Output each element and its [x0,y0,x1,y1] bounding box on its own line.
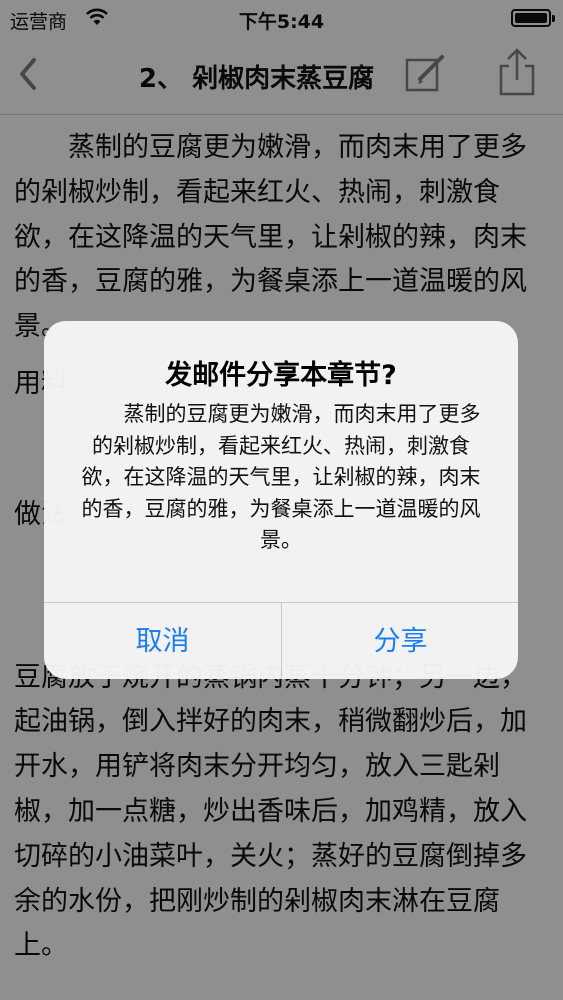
alert-actions: 取消 分享 [44,602,518,679]
alert-message: 蒸制的豆腐更为嫩滑，而肉末用了更多的剁椒炒制，看起来红火、热闹，刺激食欲，在这降… [81,402,481,552]
share-alert-dialog: 发邮件分享本章节? 蒸制的豆腐更为嫩滑，而肉末用了更多的剁椒炒制，看起来红火、热… [44,321,518,679]
cancel-button[interactable]: 取消 [44,603,281,679]
alert-title: 发邮件分享本章节? [165,360,397,391]
share-button[interactable]: 分享 [281,603,518,679]
